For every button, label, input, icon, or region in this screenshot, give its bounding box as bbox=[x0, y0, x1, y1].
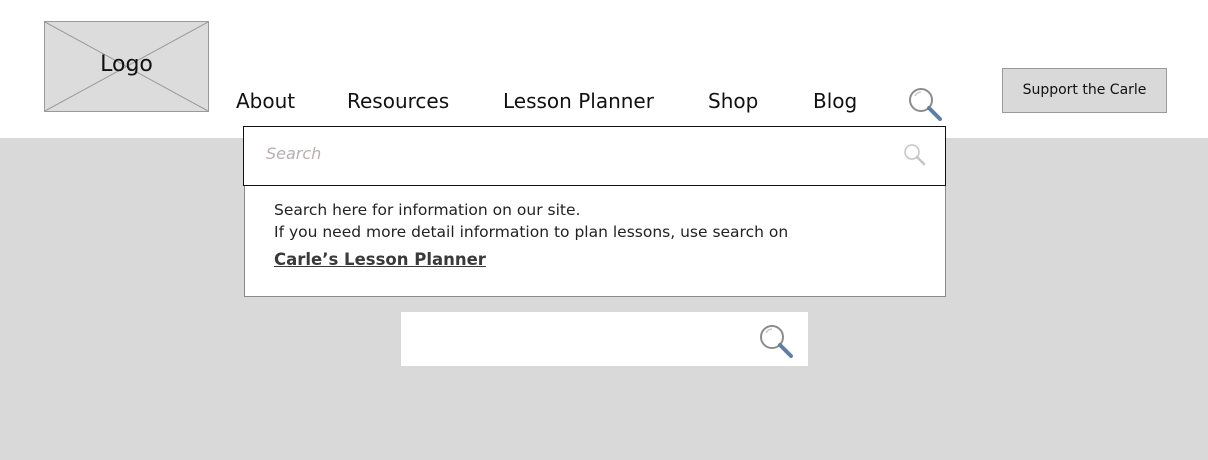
search-hint-line-2: If you need more detail information to p… bbox=[274, 223, 789, 241]
search-icon[interactable] bbox=[902, 142, 928, 168]
lesson-planner-link[interactable]: Carle’s Lesson Planner bbox=[274, 250, 486, 269]
search-icon[interactable] bbox=[757, 322, 795, 360]
nav-resources[interactable]: Resources bbox=[347, 89, 449, 113]
site-header: Logo About Resources Lesson Planner Shop… bbox=[0, 0, 1208, 138]
nav-shop[interactable]: Shop bbox=[708, 89, 758, 113]
logo-text: Logo bbox=[100, 52, 153, 77]
bottom-search-input[interactable] bbox=[401, 312, 808, 366]
support-button[interactable]: Support the Carle bbox=[1002, 68, 1167, 113]
nav-blog[interactable]: Blog bbox=[813, 89, 857, 113]
search-placeholder: Search bbox=[266, 144, 322, 163]
search-hint-line-1: Search here for information on our site. bbox=[274, 201, 581, 219]
search-icon[interactable] bbox=[906, 85, 944, 123]
search-input[interactable]: Search bbox=[243, 126, 946, 186]
nav-about[interactable]: About bbox=[236, 89, 295, 113]
nav-lesson-planner[interactable]: Lesson Planner bbox=[503, 89, 654, 113]
logo-placeholder[interactable]: Logo bbox=[44, 21, 209, 112]
